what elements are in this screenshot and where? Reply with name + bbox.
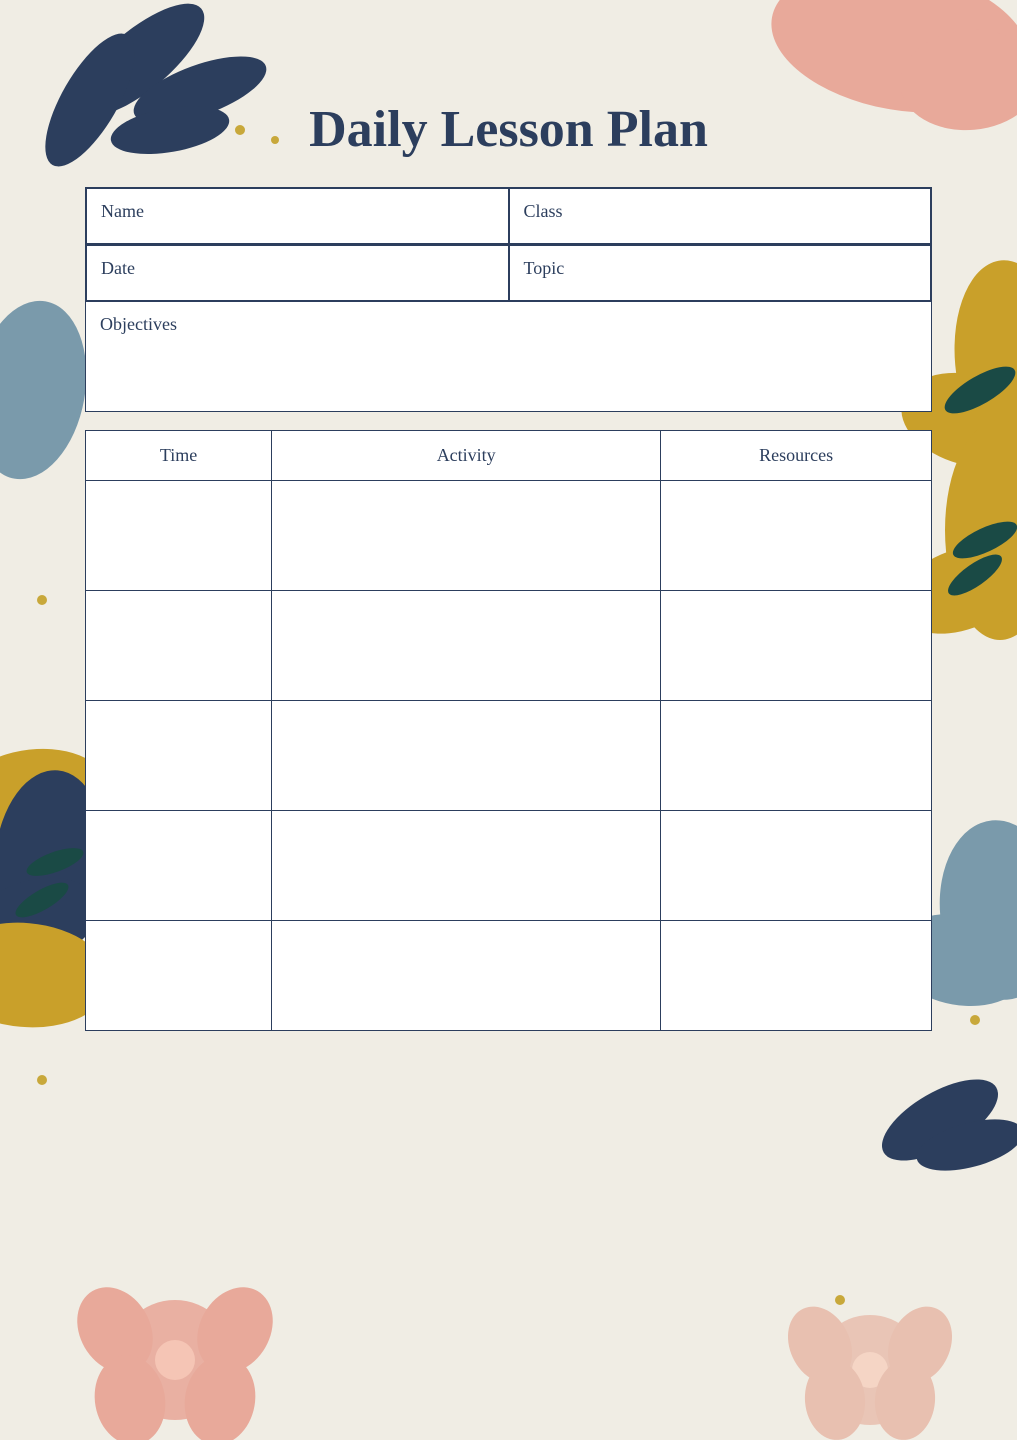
- table-row: [86, 811, 932, 921]
- name-field[interactable]: Name: [86, 188, 509, 244]
- class-field[interactable]: Class: [509, 188, 932, 244]
- resources-cell[interactable]: [661, 921, 932, 1031]
- form-grid-top: Name Class: [85, 187, 932, 245]
- topic-field[interactable]: Topic: [509, 245, 932, 301]
- table-row: [86, 591, 932, 701]
- activity-cell[interactable]: [272, 481, 661, 591]
- page-title: Daily Lesson Plan: [85, 100, 932, 159]
- time-cell[interactable]: [86, 811, 272, 921]
- date-field[interactable]: Date: [86, 245, 509, 301]
- page: Daily Lesson Plan Name Class Date Topic …: [0, 0, 1017, 1440]
- col-activity: Activity: [272, 431, 661, 481]
- table-row: [86, 921, 932, 1031]
- table-row: [86, 701, 932, 811]
- activity-cell[interactable]: [272, 921, 661, 1031]
- col-time: Time: [86, 431, 272, 481]
- main-content: Daily Lesson Plan Name Class Date Topic …: [85, 100, 932, 1260]
- schedule-table: Time Activity Resources: [85, 430, 932, 1031]
- form-grid-bottom: Date Topic: [85, 245, 932, 302]
- activity-cell[interactable]: [272, 701, 661, 811]
- time-cell[interactable]: [86, 701, 272, 811]
- resources-cell[interactable]: [661, 701, 932, 811]
- resources-cell[interactable]: [661, 481, 932, 591]
- activity-cell[interactable]: [272, 591, 661, 701]
- resources-cell[interactable]: [661, 811, 932, 921]
- resources-cell[interactable]: [661, 591, 932, 701]
- col-resources: Resources: [661, 431, 932, 481]
- table-row: [86, 481, 932, 591]
- objectives-field[interactable]: Objectives: [85, 302, 932, 412]
- time-cell[interactable]: [86, 921, 272, 1031]
- time-cell[interactable]: [86, 591, 272, 701]
- time-cell[interactable]: [86, 481, 272, 591]
- activity-cell[interactable]: [272, 811, 661, 921]
